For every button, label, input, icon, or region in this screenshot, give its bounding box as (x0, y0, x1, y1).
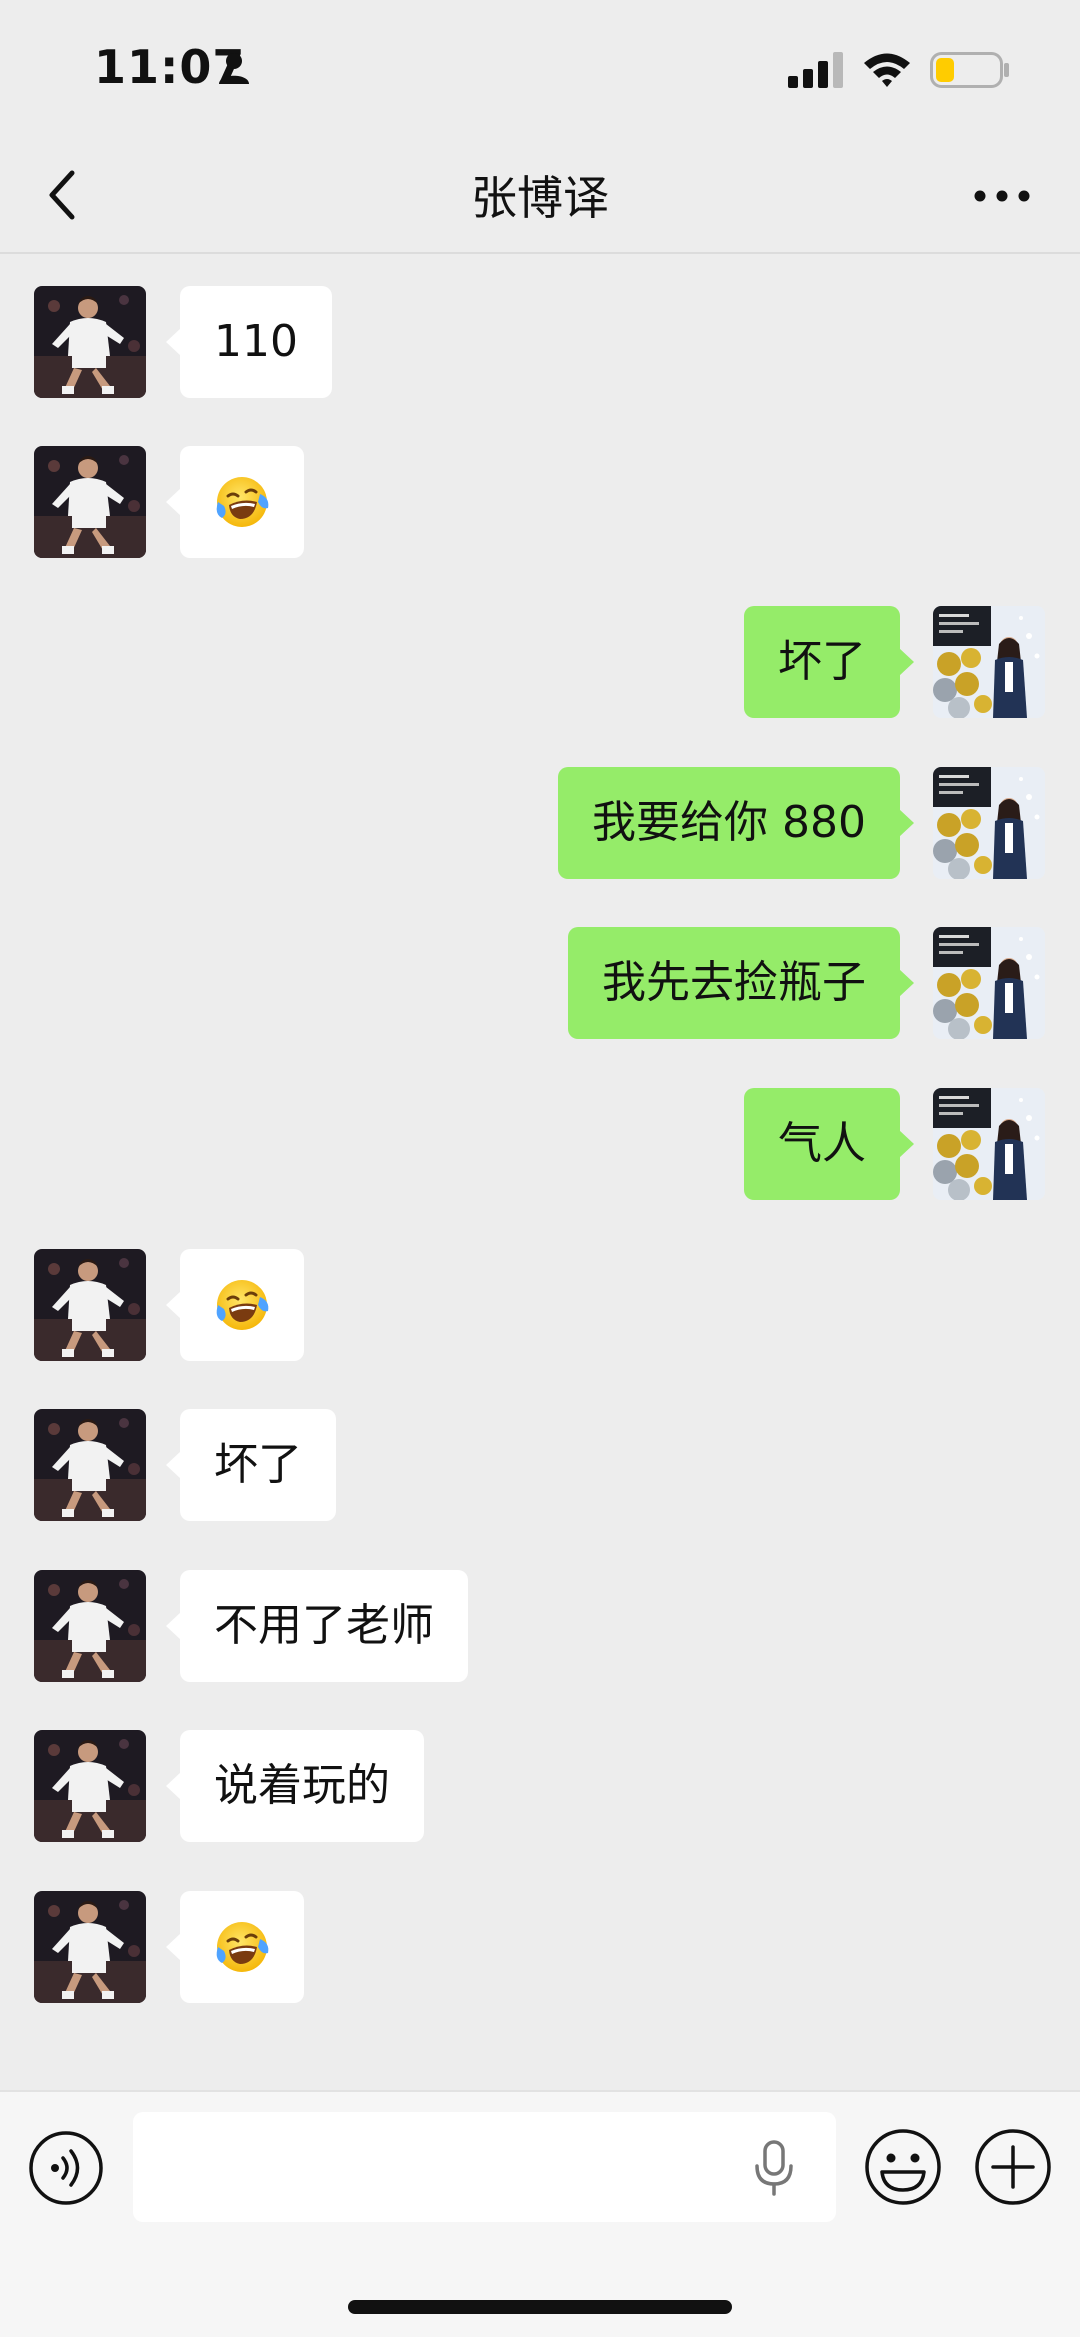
voice-toggle-icon[interactable] (28, 2130, 104, 2206)
message-input[interactable] (133, 2112, 836, 2222)
message-bubble[interactable] (166, 1249, 304, 1361)
crying-laughing-emoji-icon (212, 1275, 272, 1335)
message-bubble[interactable]: 坏了 (166, 1409, 336, 1521)
contact-avatar[interactable] (34, 1730, 146, 1842)
message-bubble[interactable]: 我先去捡瓶子 (568, 927, 914, 1039)
message-list[interactable]: 110 坏了 我要给你 880 我先去捡瓶子 气人 坏了 不用了老师 说着玩的 (0, 254, 1080, 2090)
chat-screen: 11:07 张博译 110 坏了 我要给你 880 我先去捡瓶子 气人 坏了 不… (0, 0, 1080, 2337)
more-dots-icon[interactable] (972, 184, 1032, 208)
wifi-icon (864, 53, 910, 87)
message-row-outgoing: 坏了 (0, 606, 1080, 718)
battery-icon (930, 52, 1009, 88)
status-bar: 11:07 (0, 0, 1080, 140)
message-bubble[interactable] (166, 446, 304, 558)
nav-bar: 张博译 (0, 140, 1080, 254)
message-bubble[interactable]: 坏了 (744, 606, 914, 718)
chat-title: 张博译 (471, 171, 609, 225)
contact-avatar[interactable] (34, 1249, 146, 1361)
message-bubble[interactable]: 气人 (744, 1088, 914, 1200)
person-icon (219, 53, 249, 84)
contact-avatar[interactable] (34, 446, 146, 558)
message-row-outgoing: 气人 (0, 1088, 1080, 1200)
message-row-incoming (0, 1891, 1080, 2003)
my-avatar[interactable] (933, 927, 1045, 1039)
plus-icon[interactable] (974, 2128, 1052, 2206)
message-row-incoming (0, 1249, 1080, 1361)
cellular-signal-icon (788, 52, 843, 88)
message-row-incoming (0, 446, 1080, 558)
contact-avatar[interactable] (34, 286, 146, 398)
my-avatar[interactable] (933, 1088, 1045, 1200)
message-row-outgoing: 我先去捡瓶子 (0, 927, 1080, 1039)
message-row-incoming: 说着玩的 (0, 1730, 1080, 1842)
emoji-face-icon[interactable] (864, 2128, 942, 2206)
crying-laughing-emoji-icon (212, 472, 272, 532)
message-bubble[interactable]: 110 (166, 286, 332, 398)
home-indicator[interactable] (348, 2300, 732, 2314)
my-avatar[interactable] (933, 767, 1045, 879)
message-row-incoming: 不用了老师 (0, 1570, 1080, 1682)
crying-laughing-emoji-icon (212, 1917, 272, 1977)
message-row-incoming: 110 (0, 286, 1080, 398)
contact-avatar[interactable] (34, 1570, 146, 1682)
message-row-incoming: 坏了 (0, 1409, 1080, 1521)
contact-avatar[interactable] (34, 1891, 146, 2003)
message-bubble[interactable]: 不用了老师 (166, 1570, 468, 1682)
message-bubble[interactable]: 我要给你 880 (558, 767, 914, 879)
message-bubble[interactable] (166, 1891, 304, 2003)
my-avatar[interactable] (933, 606, 1045, 718)
contact-avatar[interactable] (34, 1409, 146, 1521)
message-row-outgoing: 我要给你 880 (0, 767, 1080, 879)
microphone-icon[interactable] (752, 2140, 796, 2196)
message-bubble[interactable]: 说着玩的 (166, 1730, 424, 1842)
